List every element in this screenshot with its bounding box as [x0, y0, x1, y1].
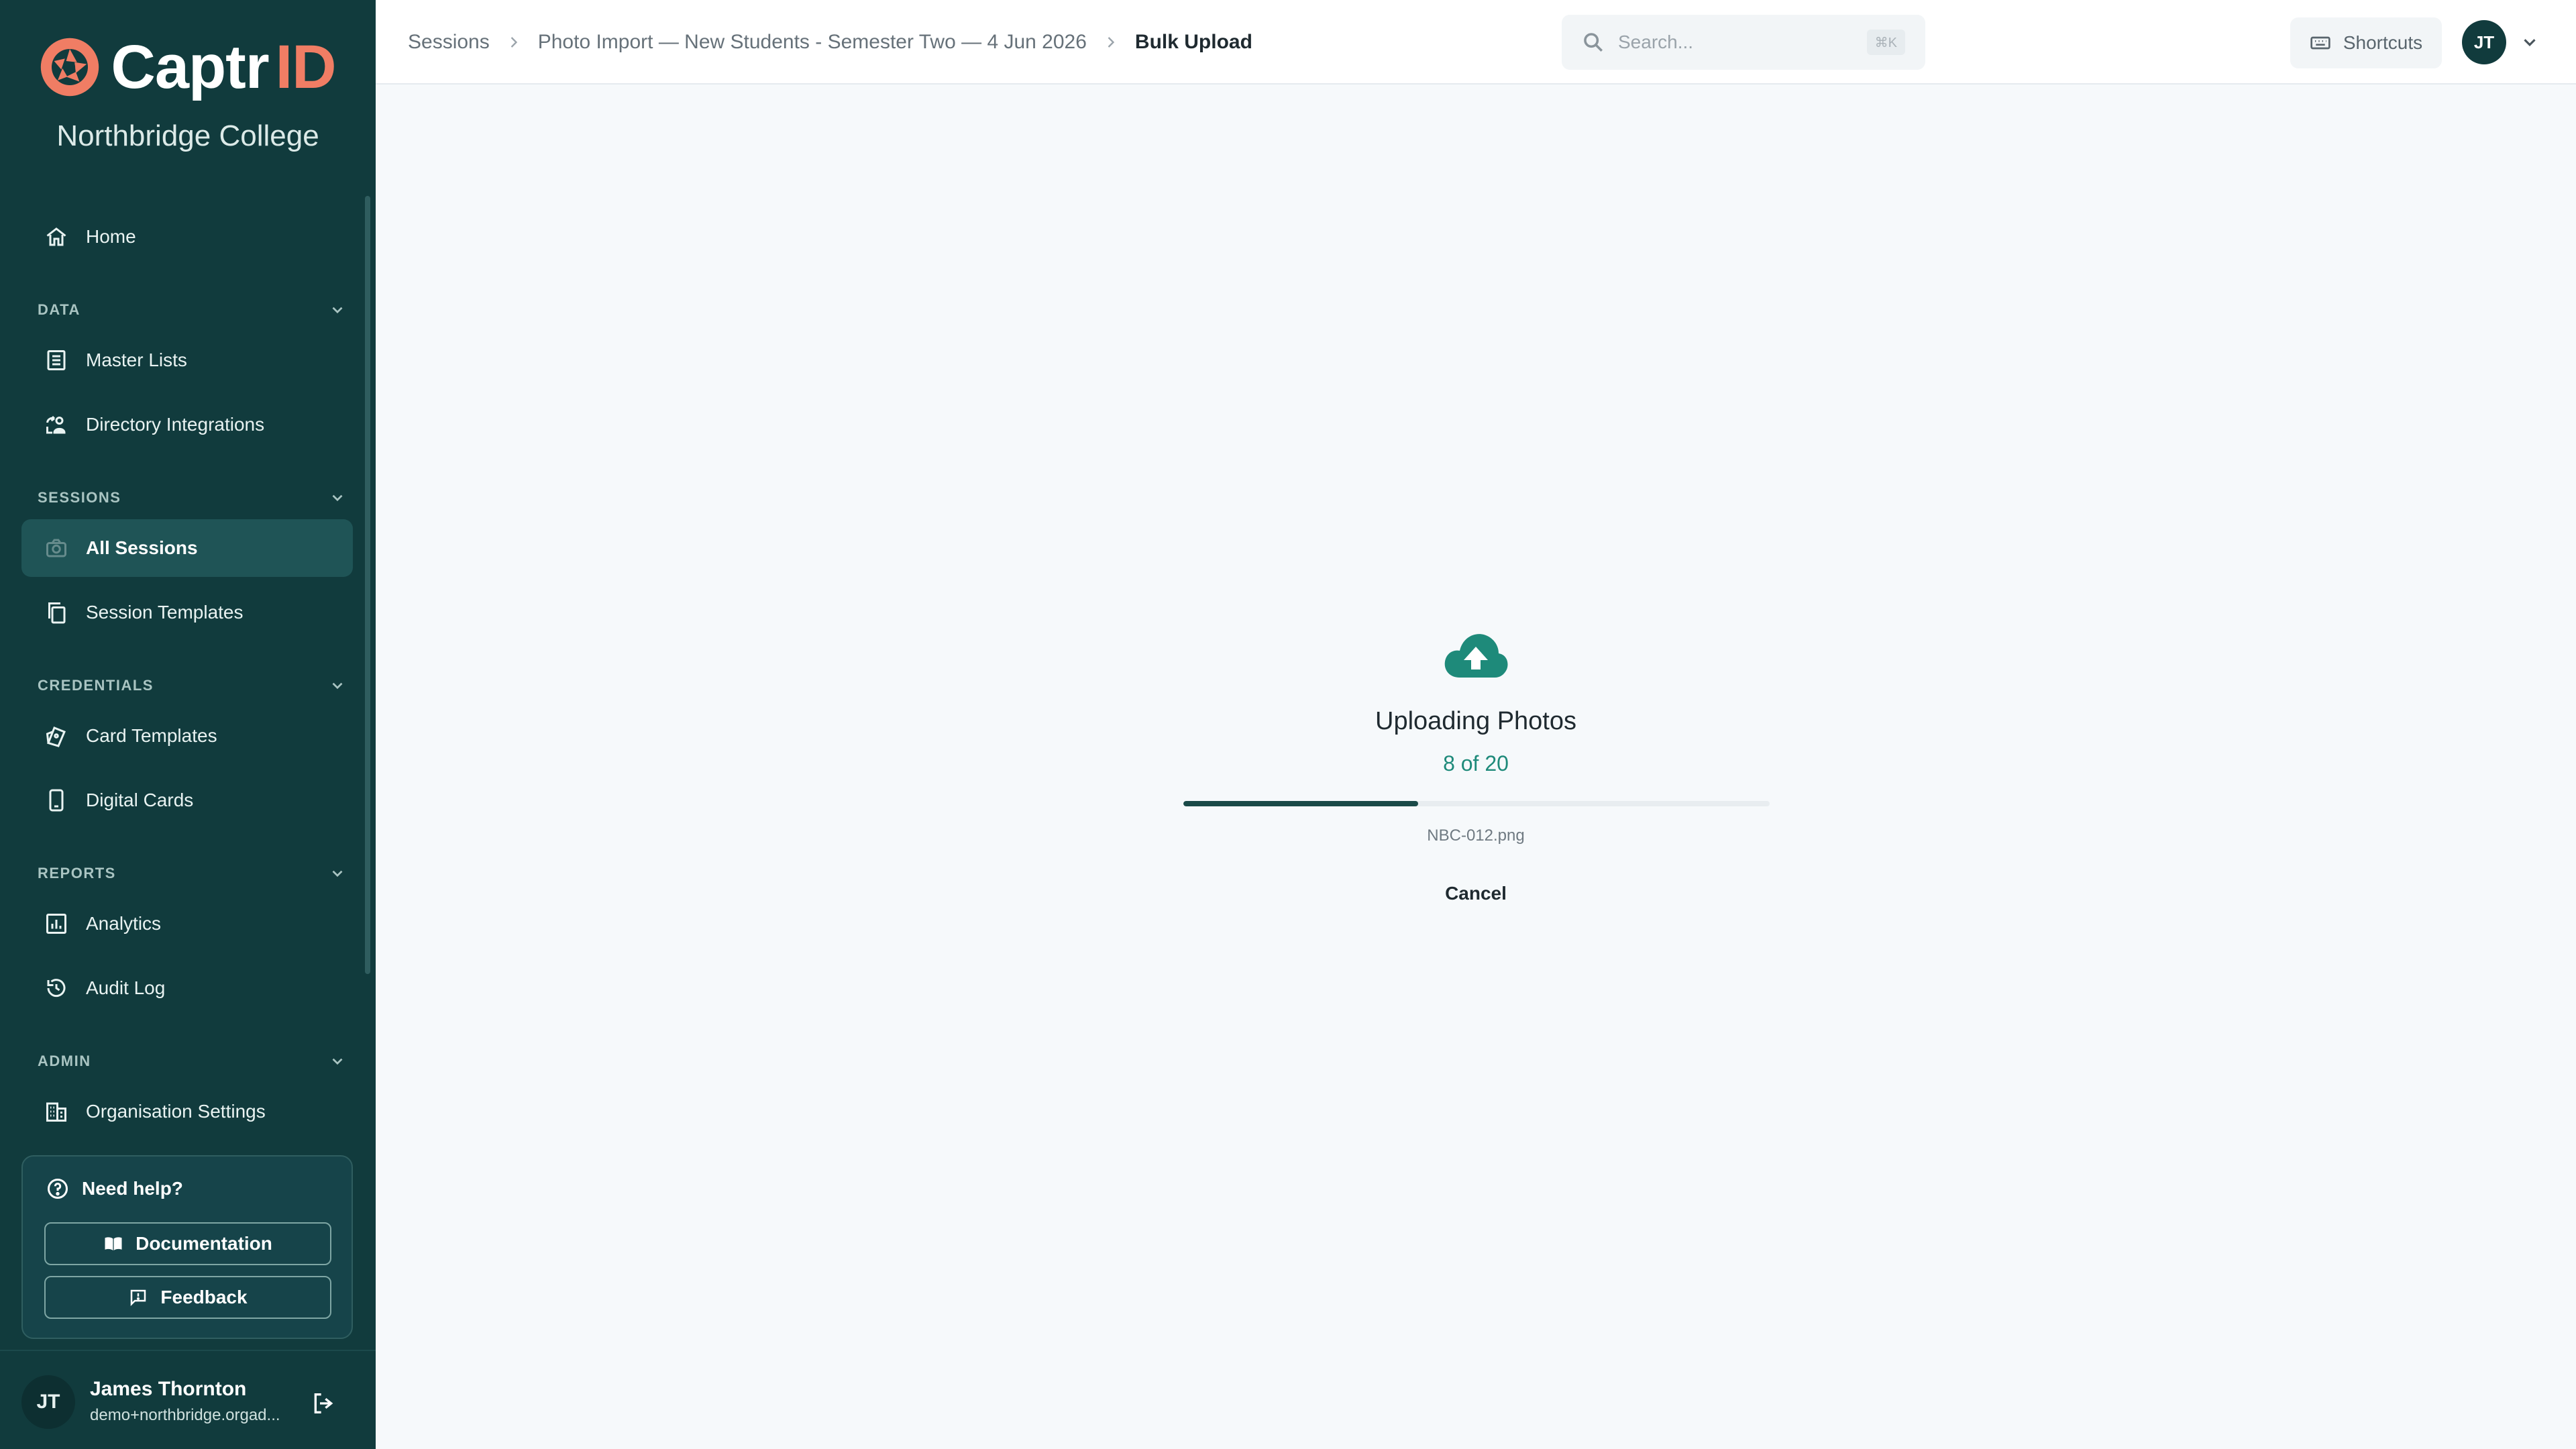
- feedback-icon: [131, 1289, 146, 1307]
- chevron-down-icon[interactable]: [2520, 32, 2540, 52]
- documentation-label: Documentation: [136, 1233, 272, 1254]
- upload-progress-fill: [1183, 801, 1418, 806]
- logout-icon[interactable]: [310, 1390, 337, 1417]
- sidebar-item-label: All Sessions: [86, 537, 198, 558]
- sidebar-item-audit-log[interactable]: Audit Log: [21, 959, 353, 1017]
- feedback-button[interactable]: Feedback: [44, 1276, 331, 1319]
- feedback-label: Feedback: [160, 1287, 248, 1307]
- upload-title: Uploading Photos: [1375, 707, 1576, 735]
- breadcrumb-session[interactable]: Photo Import — New Students - Semester T…: [538, 31, 1087, 54]
- sidebar-item-label: Audit Log: [86, 977, 166, 998]
- section-data-header[interactable]: DATA: [38, 297, 346, 323]
- section-title: DATA: [38, 301, 80, 318]
- chevron-down-icon: [332, 494, 343, 502]
- list-icon: [47, 350, 66, 370]
- copy-icon: [48, 602, 66, 624]
- shortcuts-button[interactable]: Shortcuts: [2290, 17, 2442, 68]
- sidebar-scrollbar[interactable]: [365, 196, 370, 974]
- phone-icon: [49, 789, 64, 812]
- documentation-button[interactable]: Documentation: [44, 1222, 331, 1265]
- breadcrumb-current: Bulk Upload: [1134, 31, 1252, 53]
- user-email: demo+northbridge.orgad...: [90, 1406, 280, 1424]
- brand-logo[interactable]: Captr ID: [0, 34, 376, 101]
- upload-progress-panel: Uploading Photos 8 of 20 NBC-012.png Can…: [376, 85, 2576, 1449]
- camera-icon: [46, 539, 66, 557]
- breadcrumb-sessions[interactable]: Sessions: [408, 31, 490, 54]
- brand-name-part1: Captr: [111, 33, 269, 101]
- directory-sync-icon: [46, 415, 66, 434]
- help-circle-icon: [48, 1179, 68, 1199]
- home-icon: [46, 227, 66, 246]
- help-title-text: Need help?: [82, 1178, 183, 1199]
- help-panel: Need help? Documentation Feedback: [21, 1155, 353, 1339]
- search-icon: [1584, 33, 1603, 52]
- section-title: SESSIONS: [38, 489, 121, 506]
- keyboard-icon: [2310, 36, 2330, 50]
- current-file-name: NBC-012.png: [1427, 826, 1525, 845]
- help-title: Need help?: [46, 1177, 183, 1201]
- section-reports-header[interactable]: REPORTS: [38, 860, 346, 887]
- chevron-down-icon: [332, 307, 343, 314]
- chevron-down-icon: [332, 870, 343, 877]
- sidebar-item-home[interactable]: Home: [21, 208, 353, 266]
- search-input[interactable]: [1618, 32, 1846, 53]
- chevron-right-icon: [1108, 37, 1115, 48]
- sidebar-item-all-sessions[interactable]: All Sessions: [21, 519, 353, 577]
- upload-count: 8 of 20: [1443, 751, 1509, 775]
- user-menu-avatar[interactable]: JT: [2462, 20, 2506, 64]
- section-sessions-header[interactable]: SESSIONS: [38, 484, 346, 511]
- sidebar-item-label: Master Lists: [86, 350, 187, 370]
- section-title: ADMIN: [38, 1053, 91, 1069]
- breadcrumb: Sessions Photo Import — New Students - S…: [408, 0, 1252, 85]
- section-title: CREDENTIALS: [38, 677, 154, 694]
- sidebar: Captr ID Northbridge College Home DATA Ma…: [0, 0, 376, 1449]
- brand-wordmark: Captr ID: [111, 33, 337, 101]
- chevron-down-icon: [332, 682, 343, 690]
- chevron-down-icon: [332, 1058, 343, 1065]
- sidebar-item-analytics[interactable]: Analytics: [21, 895, 353, 953]
- sidebar-item-card-templates[interactable]: Card Templates: [21, 707, 353, 765]
- history-icon: [47, 979, 66, 998]
- search-shortcut-hint: ⌘K: [1866, 30, 1905, 55]
- sidebar-item-label: Home: [86, 226, 136, 247]
- building-icon: [46, 1102, 66, 1122]
- user-name: James Thornton: [90, 1378, 247, 1400]
- avatar[interactable]: JT: [21, 1375, 75, 1429]
- sidebar-item-label: Digital Cards: [86, 790, 194, 810]
- sidebar-item-label: Session Templates: [86, 602, 244, 623]
- analytics-icon: [46, 914, 66, 934]
- user-profile: JT James Thornton demo+northbridge.orgad…: [0, 1350, 376, 1449]
- cancel-button[interactable]: Cancel: [1429, 875, 1523, 912]
- sidebar-item-label: Card Templates: [86, 725, 217, 746]
- cloud-upload-icon: [1444, 634, 1508, 678]
- organisation-name: Northbridge College: [56, 119, 319, 152]
- section-credentials-header[interactable]: CREDENTIALS: [38, 672, 346, 699]
- cards-icon: [46, 727, 66, 747]
- shortcuts-label: Shortcuts: [2343, 32, 2423, 53]
- sidebar-item-master-lists[interactable]: Master Lists: [21, 331, 353, 389]
- section-title: REPORTS: [38, 865, 116, 881]
- sidebar-item-label: Directory Integrations: [86, 414, 265, 435]
- search-box[interactable]: ⌘K: [1562, 15, 1925, 70]
- section-admin-header[interactable]: ADMIN: [38, 1048, 346, 1075]
- brand-name-part2: ID: [275, 33, 337, 101]
- sidebar-item-directory-integrations[interactable]: Directory Integrations: [21, 396, 353, 453]
- sidebar-item-label: Organisation Settings: [86, 1101, 266, 1122]
- topbar: Sessions Photo Import — New Students - S…: [376, 0, 2576, 85]
- sidebar-item-session-templates[interactable]: Session Templates: [21, 584, 353, 641]
- sidebar-item-organisation-settings[interactable]: Organisation Settings: [21, 1083, 353, 1140]
- chevron-right-icon: [511, 37, 517, 48]
- upload-progress-bar: [1183, 801, 1770, 806]
- sidebar-item-digital-cards[interactable]: Digital Cards: [21, 771, 353, 829]
- sidebar-item-label: Analytics: [86, 913, 162, 934]
- book-icon: [105, 1237, 122, 1250]
- camera-aperture-logo-icon: [41, 38, 99, 97]
